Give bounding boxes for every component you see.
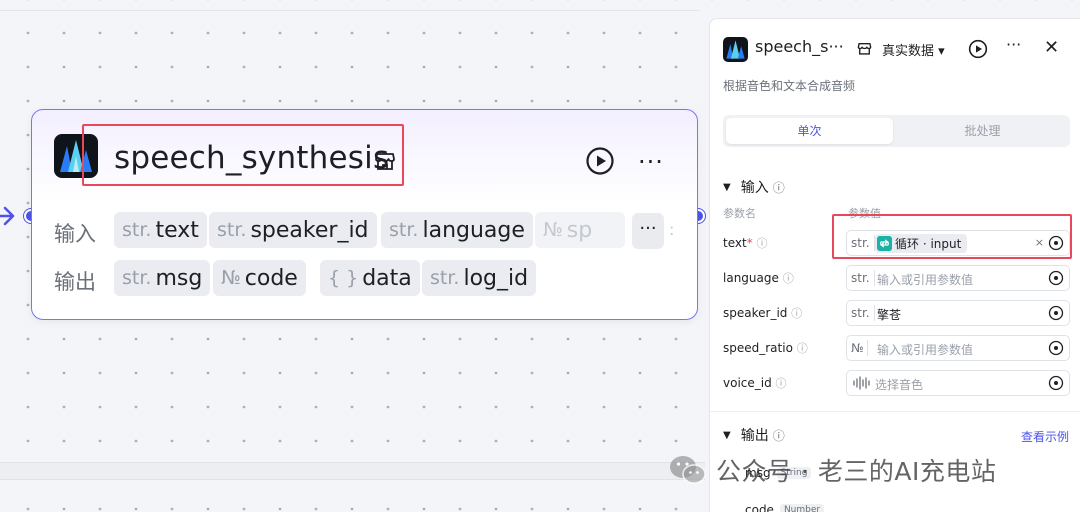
- text-param-highlight-box: [832, 214, 1072, 259]
- data-mode-dropdown[interactable]: 真实数据 ▾: [882, 40, 945, 59]
- run-mode-tabs: 单次 批处理: [723, 115, 1070, 147]
- output-field-code: code Number: [745, 503, 825, 512]
- input-section-header[interactable]: ▼ 输入 ⓘ: [723, 177, 785, 197]
- language-param-field[interactable]: str. 输入或引用参数值: [846, 265, 1070, 291]
- view-example-link[interactable]: 查看示例: [1021, 428, 1069, 445]
- panel-divider: [710, 411, 1080, 412]
- node-input-tag: str. text: [114, 212, 207, 248]
- node-test-panel: speech_s··· 真实数据 ▾ ··· ✕ 根据音色和文本合成音频 单次 …: [709, 18, 1080, 512]
- reference-variable-icon[interactable]: [1048, 305, 1064, 321]
- column-param-name: 参数名: [723, 207, 756, 220]
- node-output-tag: str. log_id: [422, 260, 537, 296]
- node-inputs-overflow-mark: :: [669, 220, 675, 239]
- param-name-speed-ratio: speed_ratio ⓘ: [723, 341, 808, 355]
- node-more-button[interactable]: ···: [638, 148, 664, 176]
- output-section-header[interactable]: ▼ 输出 ⓘ: [723, 425, 785, 445]
- wechat-logo-icon: [670, 456, 706, 484]
- tab-batch[interactable]: 批处理: [899, 118, 1066, 144]
- title-highlight-box: [82, 124, 404, 186]
- speech-synthesis-node[interactable]: speech_synthesis ··· 输入 str. text str. spe…: [31, 109, 698, 320]
- canvas-top-divider: [0, 10, 700, 11]
- node-outputs-label: 输出: [54, 270, 96, 294]
- voice-id-select[interactable]: 选择音色: [846, 370, 1070, 396]
- speaker-id-param-field[interactable]: str. 擎苍: [846, 300, 1070, 326]
- watermark-text: 公众号 · 老三的AI充电站: [716, 457, 997, 486]
- edge-arrow-icon: [0, 206, 15, 226]
- store-icon: [857, 43, 872, 55]
- close-panel-button[interactable]: ✕: [1044, 37, 1059, 58]
- param-name-text: text* ⓘ: [723, 236, 768, 250]
- info-icon: ⓘ: [772, 428, 785, 443]
- audio-wave-icon: [853, 376, 870, 390]
- panel-more-button[interactable]: ···: [1006, 35, 1021, 54]
- tab-single-run[interactable]: 单次: [726, 118, 893, 144]
- node-inputs-more-button[interactable]: ···: [632, 213, 664, 249]
- panel-title: speech_s···: [755, 37, 844, 56]
- param-name-speaker-id: speaker_id ⓘ: [723, 306, 803, 320]
- info-icon: ⓘ: [796, 342, 808, 355]
- speed-ratio-param-field[interactable]: № 输入或引用参数值: [846, 335, 1070, 361]
- info-icon: ⓘ: [791, 307, 803, 320]
- node-input-tag: str. speaker_id: [209, 212, 377, 248]
- canvas-bottom-bar: [0, 462, 705, 480]
- info-icon: ⓘ: [782, 272, 794, 285]
- node-inputs-label: 输入: [54, 222, 96, 246]
- node-input-tag: str. language: [381, 212, 533, 248]
- chevron-down-icon: ▼: [723, 429, 731, 441]
- node-input-tag-truncated: № sp: [535, 212, 625, 248]
- panel-plugin-logo-icon: [723, 37, 748, 62]
- plugin-description: 根据音色和文本合成音频: [723, 79, 856, 93]
- node-output-tag: { } data: [320, 260, 420, 296]
- reference-variable-icon[interactable]: [1048, 270, 1064, 286]
- reference-variable-icon[interactable]: [1048, 375, 1064, 391]
- info-icon: ⓘ: [756, 237, 768, 250]
- node-output-tag: str. msg: [114, 260, 211, 296]
- wechat-watermark: 公众号 · 老三的AI充电站: [668, 450, 996, 490]
- info-icon: ⓘ: [775, 377, 787, 390]
- info-icon: ⓘ: [772, 180, 785, 195]
- run-test-icon[interactable]: [968, 39, 988, 59]
- reference-variable-icon[interactable]: [1048, 340, 1064, 356]
- chevron-down-icon: ▼: [723, 181, 731, 193]
- param-name-language: language ⓘ: [723, 271, 794, 285]
- type-badge: Number: [779, 504, 825, 512]
- node-output-tag: № code: [213, 260, 306, 296]
- run-node-icon[interactable]: [585, 146, 615, 176]
- param-name-voice-id: voice_id ⓘ: [723, 376, 787, 390]
